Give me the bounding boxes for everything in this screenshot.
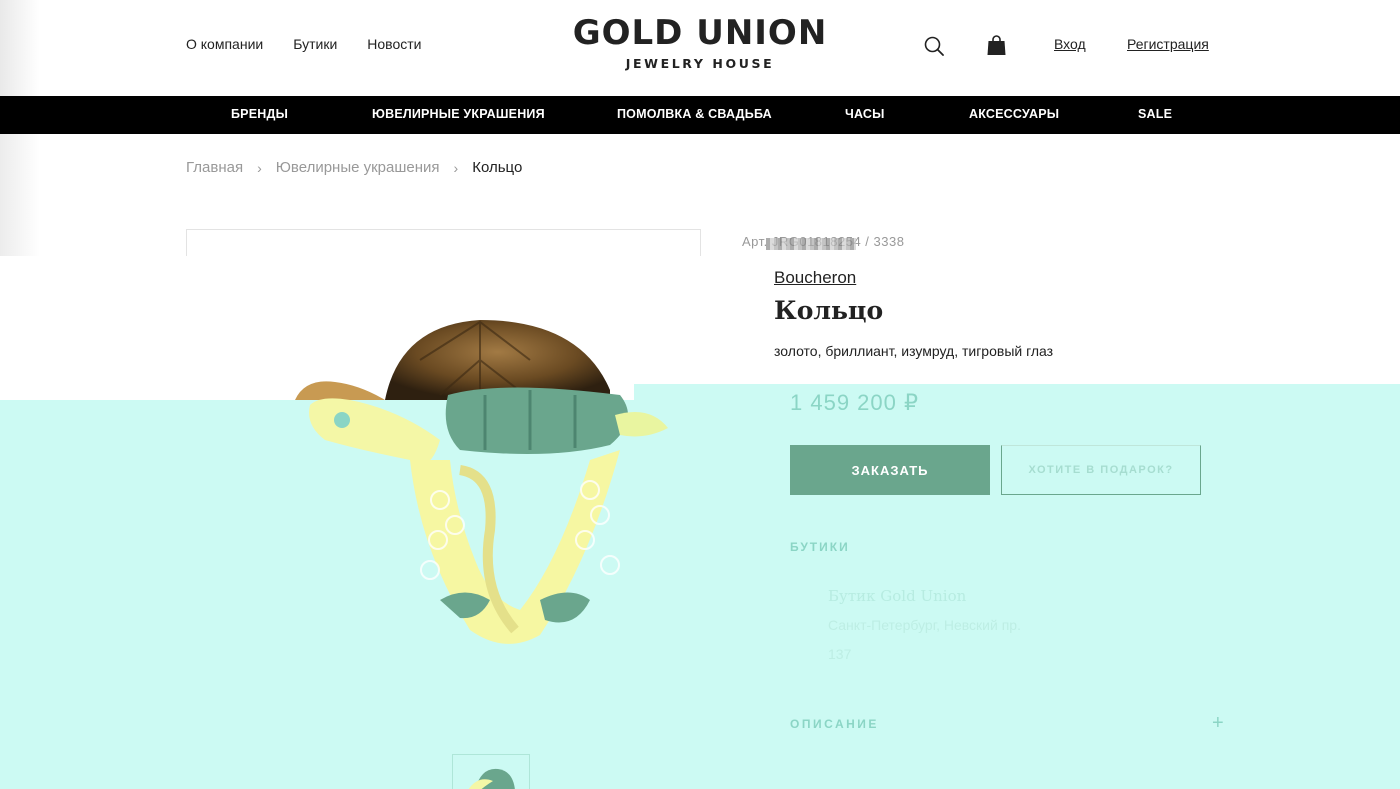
product-thumbnail[interactable]	[452, 754, 530, 789]
boutique-address: Санкт-Петербург, Невский пр.	[828, 617, 1021, 633]
order-button[interactable]: ЗАКАЗАТЬ	[790, 445, 990, 495]
chevron-right-icon: ›	[453, 159, 459, 176]
plus-icon[interactable]: +	[1212, 713, 1224, 733]
product-price: 1 459 200 ₽	[790, 390, 919, 415]
product-image-frame	[186, 229, 701, 256]
shopping-bag-icon[interactable]	[986, 35, 1007, 56]
boutiques-heading: БУТИКИ	[790, 540, 850, 554]
product-title: Кольцо	[774, 296, 884, 325]
nav-link-boutiques[interactable]: Бутики	[293, 36, 337, 52]
category-jewelry[interactable]: ЮВЕЛИРНЫЕ УКРАШЕНИЯ	[372, 107, 545, 121]
login-link[interactable]: Вход	[1054, 36, 1086, 52]
breadcrumb-current: Кольцо	[472, 159, 523, 176]
category-watches[interactable]: ЧАСЫ	[845, 107, 885, 121]
product-article: Арт. JRG01818254 / 3338	[742, 234, 904, 250]
breadcrumb: Главная › Ювелирные украшения › Кольцо	[186, 159, 522, 176]
site-header: О компании Бутики Новости GOLD UNION JEW…	[0, 0, 1400, 96]
nav-link-news[interactable]: Новости	[367, 36, 421, 52]
product-info-band	[0, 256, 1400, 400]
breadcrumb-home[interactable]: Главная	[186, 159, 243, 176]
product-materials: золото, бриллиант, изумруд, тигровый гла…	[774, 343, 1054, 359]
category-accessories[interactable]: АКСЕССУАРЫ	[969, 107, 1059, 121]
product-image[interactable]	[290, 300, 680, 660]
boutique-address-number: 137	[828, 646, 852, 662]
product-brand-link[interactable]: Boucheron	[774, 268, 856, 288]
site-logo[interactable]: GOLD UNION JEWELRY HOUSE	[565, 14, 835, 71]
boutique-name[interactable]: Бутик Gold Union	[828, 587, 966, 605]
category-brands[interactable]: БРЕНДЫ	[231, 107, 288, 121]
description-heading[interactable]: ОПИСАНИЕ	[790, 717, 879, 731]
top-nav: О компании Бутики Новости	[186, 36, 421, 52]
gift-request-button[interactable]: ХОТИТЕ В ПОДАРОК?	[1001, 445, 1201, 495]
category-engagement-wedding[interactable]: ПОМОЛВКА & СВАДЬБА	[617, 107, 772, 121]
nav-link-about[interactable]: О компании	[186, 36, 263, 52]
logo-sub-text: JEWELRY HOUSE	[625, 56, 775, 71]
search-icon[interactable]	[924, 36, 944, 56]
glitch-overlay-strip	[634, 384, 1400, 400]
breadcrumb-section[interactable]: Ювелирные украшения	[276, 159, 440, 176]
category-nav: БРЕНДЫ ЮВЕЛИРНЫЕ УКРАШЕНИЯ ПОМОЛВКА & СВ…	[0, 96, 1400, 134]
logo-main-text: GOLD UNION	[572, 13, 828, 53]
thumbnail-ring-image	[468, 768, 515, 789]
glitch-noise	[766, 238, 856, 250]
chevron-right-icon: ›	[257, 159, 262, 176]
register-link[interactable]: Регистрация	[1127, 36, 1209, 52]
category-sale[interactable]: SALE	[1138, 107, 1172, 121]
